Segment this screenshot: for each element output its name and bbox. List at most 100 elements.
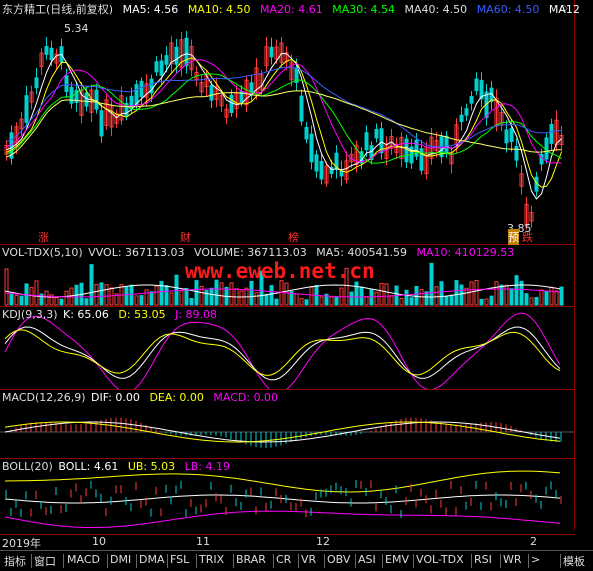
volume-bar: [109, 287, 114, 306]
tab-dmi[interactable]: DMI: [110, 553, 131, 566]
tab-rsi[interactable]: RSI: [474, 553, 492, 566]
event-marker-cai[interactable]: 财: [180, 229, 191, 245]
tab-separator: [298, 554, 299, 568]
volume-bar: [309, 286, 314, 306]
tab-separator: [560, 554, 561, 568]
tab-asi[interactable]: ASI: [358, 553, 376, 566]
volume-bar: [479, 298, 484, 306]
boll-header: BOLL(20) BOLL: 4.61 UB: 5.03 LB: 4.19: [2, 460, 236, 473]
volume-bar: [179, 290, 184, 306]
tab-emv[interactable]: EMV: [385, 553, 409, 566]
tab-macd[interactable]: MACD: [67, 553, 100, 566]
volume-bar: [159, 280, 164, 306]
volume-bar: [399, 297, 404, 306]
tab-separator: [355, 554, 356, 568]
candle-body: [509, 128, 514, 143]
boll-pane[interactable]: BOLL(20) BOLL: 4.61 UB: 5.03 LB: 4.19: [0, 459, 575, 533]
volume-bar: [389, 295, 394, 306]
volume-bar: [544, 290, 549, 306]
volume-bar: [354, 281, 359, 306]
volume-bar: [264, 293, 269, 306]
candle-body: [374, 128, 379, 139]
tab-wr[interactable]: WR: [503, 553, 522, 566]
right-scrollbar[interactable]: [574, 0, 593, 530]
tab-brar[interactable]: BRAR: [236, 553, 266, 566]
date-label-2019: 2019年: [2, 537, 41, 550]
event-marker-zhang[interactable]: 涨: [38, 229, 49, 245]
volume-bar: [214, 279, 219, 306]
tab-separator: [196, 554, 197, 568]
boll-lb-value: LB: 4.19: [184, 460, 230, 473]
volume-bar: [319, 296, 324, 306]
volume-bar: [94, 283, 99, 306]
tab-window[interactable]: 窗口: [34, 553, 56, 569]
macd-pane[interactable]: MACD(12,26,9) DIF: 0.00 DEA: 0.00 MACD: …: [0, 390, 575, 459]
tab-cr[interactable]: CR: [276, 553, 291, 566]
volume-bar: [454, 280, 459, 306]
vol-ma5-value: MA5: 400541.59: [316, 246, 407, 259]
tab-vol-tdx[interactable]: VOL-TDX: [416, 553, 464, 566]
ma10-value: MA10: 4.50: [187, 3, 251, 16]
candle-body: [444, 135, 449, 155]
ma30-value: MA30: 4.54: [332, 3, 395, 16]
tab-fsl[interactable]: FSL: [170, 553, 189, 566]
tab-separator: [471, 554, 472, 568]
event-marker-bang[interactable]: 榜: [288, 229, 299, 245]
volume-bar: [549, 286, 554, 306]
kdj-j-line: [4, 312, 561, 389]
volume-bar: [449, 294, 454, 306]
price-chart-pane[interactable]: 东方精工(日线,前复权) MA5: 4.56 MA10: 4.50 MA20: …: [0, 0, 580, 245]
ma120-value: MA12: [548, 3, 580, 16]
candle-body: [314, 154, 319, 172]
tab-separator: [31, 554, 32, 568]
volume-bar: [19, 295, 24, 306]
tab-more[interactable]: >: [531, 553, 540, 566]
candle-body: [414, 139, 419, 157]
candle-body: [24, 95, 29, 123]
tab-trix[interactable]: TRIX: [199, 553, 224, 566]
tab-separator: [382, 554, 383, 568]
volume-bar: [189, 297, 194, 306]
kdj-d-value: D: 53.05: [118, 308, 166, 321]
candle-body: [309, 133, 314, 163]
indicator-tab-bar: 指标 窗口 MACD DMI DMA FSL TRIX BRAR CR VR O…: [0, 550, 593, 571]
event-marker-yu[interactable]: 预: [508, 229, 519, 245]
date-label-11: 11: [196, 535, 210, 548]
volume-bar: [409, 297, 414, 306]
volume-bar: [219, 282, 224, 306]
candle-body: [159, 60, 164, 76]
volume-bar: [514, 275, 519, 306]
macd-dif-value: DIF: 0.00: [91, 391, 140, 404]
boll-ub-line: [4, 470, 561, 493]
kdj-indicator-name: KDJ(9,3,3): [2, 308, 58, 321]
candle-body: [94, 89, 99, 110]
tab-separator: [500, 554, 501, 568]
volume-bar: [359, 286, 364, 306]
candle-body: [154, 61, 159, 73]
candle-body: [84, 92, 89, 107]
tab-indicator[interactable]: 指标: [4, 553, 26, 569]
volume-bar: [84, 298, 89, 306]
volume-bar: [524, 293, 529, 306]
volume-bar: [404, 289, 409, 306]
tab-dma[interactable]: DMA: [139, 553, 165, 566]
event-marker-die[interactable]: 跌: [522, 229, 533, 245]
volume-bar: [379, 282, 384, 306]
tab-vr[interactable]: VR: [301, 553, 316, 566]
volume-bar: [374, 291, 379, 306]
date-label-2: 2: [530, 535, 537, 548]
boll-mid-value: BOLL: 4.61: [58, 460, 119, 473]
candle-body: [544, 137, 549, 160]
volume-bar: [554, 290, 559, 306]
candle-body: [229, 94, 234, 113]
candlestick-chart[interactable]: [0, 0, 575, 244]
candle-body: [404, 138, 409, 163]
tab-separator: [413, 554, 414, 568]
tab-template[interactable]: 模板: [563, 553, 585, 569]
volume-bar: [299, 298, 304, 306]
volume-bar: [534, 297, 539, 306]
kdj-pane[interactable]: KDJ(9,3,3) K: 65.06 D: 53.05 J: 89.08: [0, 307, 575, 390]
ma5-value: MA5: 4.56: [122, 3, 179, 16]
volume-bar: [89, 264, 94, 306]
tab-obv[interactable]: OBV: [327, 553, 350, 566]
